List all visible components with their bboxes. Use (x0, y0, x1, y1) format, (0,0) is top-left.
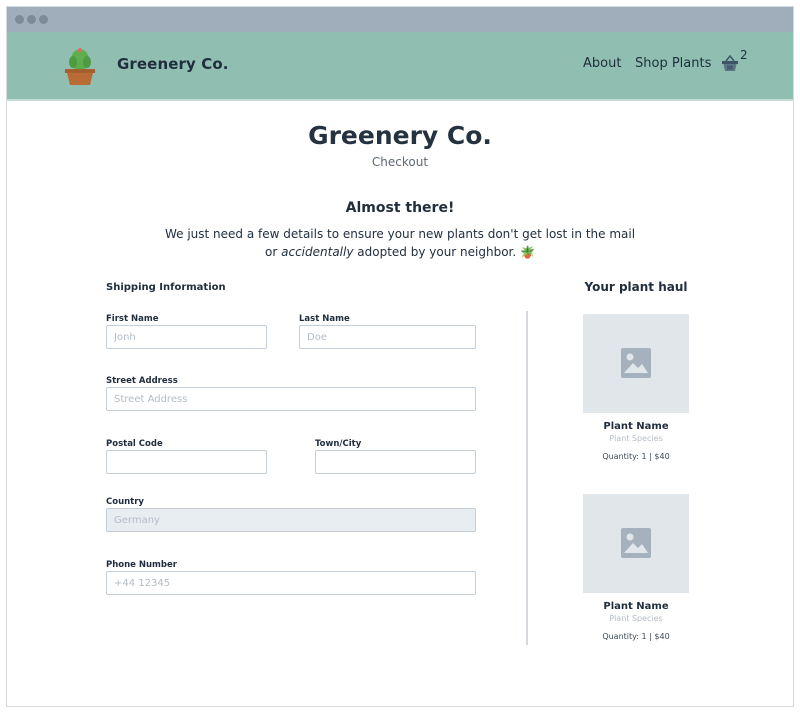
window-minimize-dot[interactable] (27, 15, 36, 24)
product-name: Plant Name (603, 421, 669, 432)
intro-text: We just need a few details to ensure you… (7, 225, 793, 261)
nav-link-about[interactable]: About (583, 56, 621, 71)
cart-item[interactable]: Plant Name Plant Species Quantity: 1 | $… (583, 494, 689, 641)
window-close-dot[interactable] (15, 15, 24, 24)
town-city-label: Town/City (315, 439, 362, 449)
intro-line-2-emphasis: accidentally (281, 245, 354, 259)
phone-number-label: Phone Number (106, 560, 177, 570)
window-maximize-dot[interactable] (39, 15, 48, 24)
intro-line-2-prefix: or (265, 245, 282, 259)
image-placeholder-icon (621, 348, 651, 378)
first-name-field[interactable] (106, 325, 267, 349)
cart-button[interactable]: 2 (721, 48, 761, 79)
intro-line-1: We just need a few details to ensure you… (164, 227, 636, 241)
plant-haul-title: Your plant haul (584, 280, 688, 294)
browser-window: Greenery Co. About Shop Plants 2 Greener… (6, 6, 794, 707)
cactus-pot-icon[interactable] (63, 47, 97, 85)
product-image (583, 314, 689, 413)
product-quantity-price: Quantity: 1 | $40 (602, 632, 670, 641)
product-species: Plant Species (609, 614, 663, 623)
column-divider (526, 311, 528, 645)
product-quantity-price: Quantity: 1 | $40 (602, 452, 670, 461)
street-address-field[interactable] (106, 387, 476, 411)
page-subtitle: Checkout (371, 155, 429, 169)
country-field[interactable] (106, 508, 476, 532)
intro-line-2: or accidentally adopted by your neighbor… (7, 243, 793, 261)
product-name: Plant Name (603, 601, 669, 612)
product-species: Plant Species (609, 434, 663, 443)
first-name-label: First Name (106, 314, 159, 324)
last-name-label: Last Name (299, 314, 350, 324)
basket-icon (722, 55, 738, 71)
brand-name[interactable]: Greenery Co. (117, 55, 229, 73)
nav-link-shop-plants[interactable]: Shop Plants (635, 56, 711, 71)
product-image (583, 494, 689, 593)
page-title: Greenery Co. (308, 121, 492, 150)
window-chrome (7, 7, 793, 32)
town-city-field[interactable] (315, 450, 476, 474)
cart-item[interactable]: Plant Name Plant Species Quantity: 1 | $… (583, 314, 689, 461)
country-label: Country (106, 497, 144, 507)
intro-heading: Almost there! (345, 200, 455, 216)
phone-number-field[interactable] (106, 571, 476, 595)
last-name-field[interactable] (299, 325, 476, 349)
intro-line-2-suffix: adopted by your neighbor. 🪴 (353, 245, 535, 259)
shipping-section-title: Shipping Information (106, 282, 226, 293)
cart-count-badge: 2 (740, 48, 748, 62)
street-address-label: Street Address (106, 376, 178, 386)
navbar: Greenery Co. About Shop Plants 2 (7, 32, 793, 101)
image-placeholder-icon (621, 528, 651, 558)
postal-code-field[interactable] (106, 450, 267, 474)
postal-code-label: Postal Code (106, 439, 163, 449)
